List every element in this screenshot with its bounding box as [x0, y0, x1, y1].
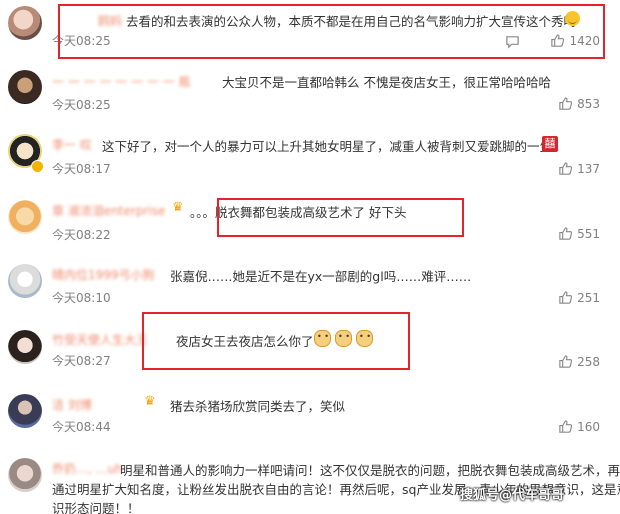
like-icon	[551, 34, 565, 47]
comment-text: 夜店女王去夜店怎么你了	[176, 334, 314, 349]
commenter-name[interactable]: 晴内位1999弓小狗	[52, 266, 155, 283]
comment-time: 今天08:27	[52, 354, 111, 368]
like-icon	[559, 420, 573, 433]
comment-text: 。。。脱衣舞都包装成高级艺术了 好下头	[190, 205, 407, 220]
like-count: 251	[577, 290, 600, 305]
smile-emoji-icon	[565, 11, 580, 26]
comment-time: 今天08:22	[52, 228, 111, 242]
like-icon	[559, 162, 573, 175]
like-icon	[559, 97, 573, 110]
comment-3: 李一 叹 这下好了，对一个人的暴力可以上升其她女明星了，减重人被背刺又爱跳脚的一…	[0, 122, 620, 184]
comment-text: 大宝贝不是一直都哈韩么 不愧是夜店女王，很正常哈哈哈哈	[222, 75, 551, 90]
like-button[interactable]: 1420	[550, 33, 600, 48]
like-count: 853	[577, 96, 600, 111]
comment-time: 今天08:25	[52, 34, 111, 48]
like-icon	[559, 227, 573, 240]
avatar[interactable]	[8, 70, 42, 104]
avatar[interactable]	[8, 458, 42, 492]
vip-crown-icon: ♛	[144, 394, 156, 409]
commenter-name[interactable]: 李一 叹	[52, 136, 92, 153]
vip-crown-icon: ♛	[172, 200, 184, 215]
comment-2: 一 一 一 一 一 一 一 一 瓶 大宝贝不是一直都哈韩么 不愧是夜店女王，很正…	[0, 58, 620, 118]
like-button[interactable]: 160	[558, 419, 600, 434]
like-button[interactable]: 137	[558, 161, 600, 176]
like-icon	[559, 355, 573, 368]
like-count: 551	[577, 226, 600, 241]
commenter-name[interactable]: 章 淑浓泪enterprise	[52, 202, 165, 219]
comment-7: 洁 刘博 ♛ 猪去杀猪场欣赏同类去了，笑似 今天08:44 160	[0, 384, 620, 444]
commenter-name[interactable]: 乔扔…, …uh	[52, 460, 123, 477]
avatar[interactable]	[8, 394, 42, 428]
like-count: 160	[577, 419, 600, 434]
like-count: 1420	[569, 33, 600, 48]
comment-time: 今天08:10	[52, 291, 111, 305]
dog-emoji-icon	[356, 330, 373, 347]
reply-icon[interactable]	[505, 34, 520, 49]
comment-text: 猪去杀猪场欣赏同类去了，笑似	[170, 399, 346, 414]
comment-text-line-1: 明星和普通人的影响力一样吧请问！这不仅仅是脱衣的问题，把脱衣舞包装成高级艺术，再	[120, 463, 620, 478]
like-count: 258	[577, 354, 600, 369]
commenter-name[interactable]: 竹受天使人生大王	[52, 331, 148, 348]
comment-time: 今天08:17	[52, 162, 111, 176]
avatar[interactable]	[8, 200, 42, 234]
comment-1: 鸥妈 去看的和去表演的公众人物，本质不都是在用自己的名气影响力扩大宣传这个秀吗 …	[0, 0, 620, 58]
dog-emoji-icons	[310, 328, 373, 347]
like-button[interactable]: 258	[558, 354, 600, 369]
dog-emoji-icon	[314, 330, 331, 347]
comment-5: 晴内位1999弓小狗 张嘉倪……她是近不是在yx一部剧的gl吗……难评…… 今天…	[0, 254, 620, 314]
like-button[interactable]: 251	[558, 290, 600, 305]
avatar[interactable]	[8, 264, 42, 298]
comment-6: 竹受天使人生大王 夜店女王去夜店怎么你了 今天08:27 258	[0, 318, 620, 380]
commenter-name[interactable]: 洁 刘博	[52, 396, 92, 413]
avatar[interactable]	[8, 330, 42, 364]
comment-text: 这下好了，对一个人的暴力可以上升其她女明星了，减重人被背刺又爱跳脚的一生	[102, 139, 553, 154]
comment-8: 乔扔…, …uh 明星和普通人的影响力一样吧请问！这不仅仅是脱衣的问题，把脱衣舞…	[0, 448, 620, 514]
comment-text: 张嘉倪……她是近不是在yx一部剧的gl吗……难评……	[170, 269, 472, 284]
comment-time: 今天08:25	[52, 98, 111, 112]
like-count: 137	[577, 161, 600, 176]
like-icon	[559, 291, 573, 304]
comment-text: 去看的和去表演的公众人物，本质不都是在用自己的名气影响力扩大宣传这个秀吗	[126, 14, 577, 29]
commenter-name[interactable]: 鸥妈	[98, 12, 122, 29]
like-button[interactable]: 853	[558, 96, 600, 111]
verified-badge-icon	[31, 160, 44, 173]
comment-4: 章 淑浓泪enterprise ♛ 。。。脱衣舞都包装成高级艺术了 好下头 今天…	[0, 190, 620, 248]
comment-text-line-3: 识形态问题！！	[52, 501, 140, 514]
double-happiness-emoji-icon: 囍	[542, 136, 558, 152]
like-button[interactable]: 551	[558, 226, 600, 241]
commenter-name[interactable]: 一 一 一 一 一 一 一 一 瓶	[52, 73, 191, 90]
dog-emoji-icon	[335, 330, 352, 347]
comment-time: 今天08:44	[52, 420, 111, 434]
watermark: 搜狐号@代车哥哥	[460, 488, 565, 503]
avatar[interactable]	[8, 6, 42, 40]
